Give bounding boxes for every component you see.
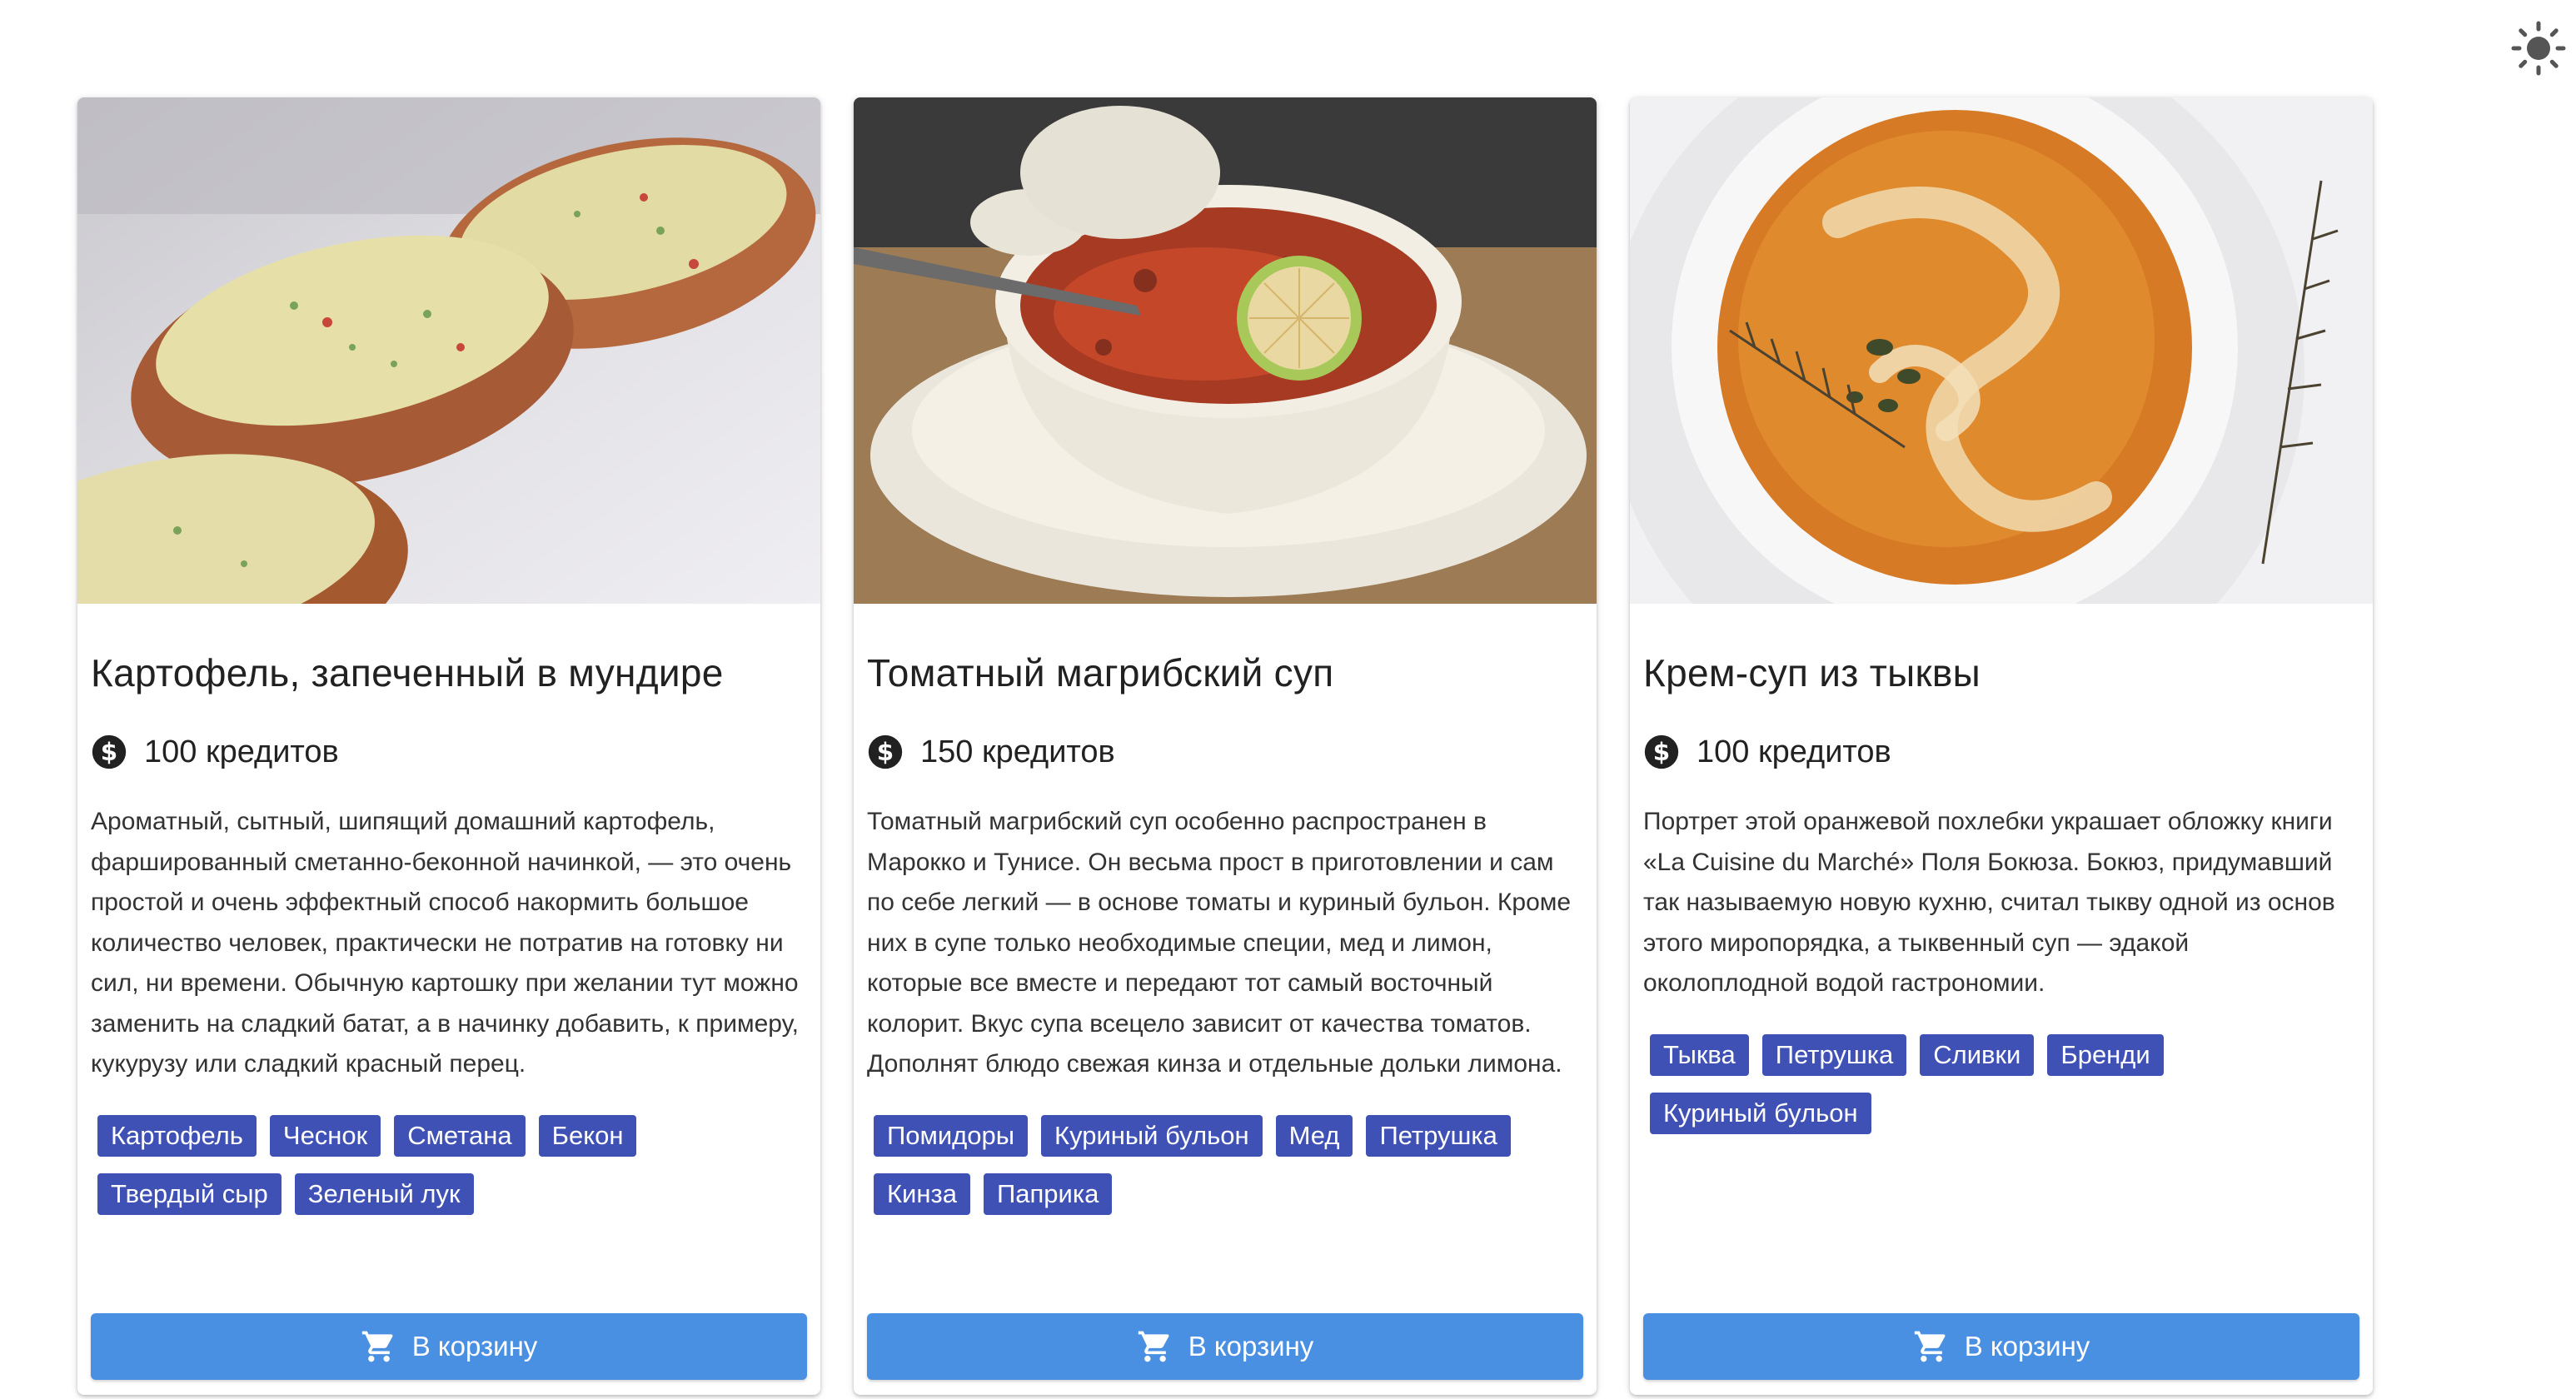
recipe-description: Портрет этой оранжевой похлебки украшает…	[1643, 808, 2335, 997]
ingredient-tag[interactable]: Бекон	[538, 1114, 637, 1157]
dollar-icon: $	[92, 734, 127, 769]
ingredient-tag[interactable]: Куриный бульон	[1041, 1114, 1263, 1157]
ingredient-tag[interactable]: Тыква	[1650, 1033, 1749, 1076]
recipe-image	[1630, 97, 2373, 604]
ingredient-tag[interactable]: Зеленый лук	[294, 1172, 474, 1215]
recipe-title: Крем-суп из тыквы	[1643, 651, 1981, 695]
recipe-card: Крем-суп из тыквы $ 100 кредитов Портрет…	[1630, 97, 2373, 1395]
recipe-title: Томатный магрибский суп	[867, 651, 1334, 695]
ingredient-tag[interactable]: Мед	[1275, 1114, 1353, 1157]
ingredient-tag[interactable]: Петрушка	[1366, 1114, 1511, 1157]
recipe-card-list: Картофель, запеченный в мундире $ 100 кр…	[77, 97, 2373, 1395]
svg-text:$: $	[877, 738, 894, 766]
cart-icon	[361, 1331, 393, 1362]
add-to-cart-button[interactable]: В корзину	[867, 1313, 1583, 1380]
recipe-description: Томатный магрибский суп особенно распрос…	[867, 808, 1572, 1078]
price: $ 100 кредитов	[1643, 719, 2359, 785]
add-to-cart-label: В корзину	[1188, 1331, 1314, 1362]
ingredient-tags: Картофель Чеснок Сметана Бекон Твердый с…	[91, 1114, 807, 1215]
dollar-icon: $	[1644, 734, 1679, 769]
add-to-cart-label: В корзину	[411, 1331, 538, 1362]
price-label: 100 кредитов	[144, 734, 339, 769]
ingredient-tag[interactable]: Кинза	[874, 1172, 970, 1215]
sun-icon	[2511, 21, 2566, 76]
price-label: 100 кредитов	[1697, 734, 1891, 769]
recipe-description: Ароматный, сытный, шипящий домашний карт…	[91, 808, 799, 1078]
ingredient-tag[interactable]: Твердый сыр	[97, 1172, 282, 1215]
svg-text:$: $	[1653, 738, 1670, 766]
add-to-cart-button[interactable]: В корзину	[1643, 1313, 2359, 1380]
dollar-icon: $	[868, 734, 903, 769]
svg-text:$: $	[101, 738, 117, 766]
ingredient-tag[interactable]: Чеснок	[269, 1114, 381, 1157]
add-to-cart-button[interactable]: В корзину	[91, 1313, 807, 1380]
ingredient-tag[interactable]: Бренди	[2047, 1033, 2164, 1076]
cart-icon	[1914, 1331, 1946, 1362]
recipe-card: Томатный магрибский суп $ 150 кредитов Т…	[854, 97, 1597, 1395]
recipe-image	[77, 97, 820, 604]
ingredient-tag[interactable]: Помидоры	[874, 1114, 1029, 1157]
price: $ 150 кредитов	[867, 719, 1583, 785]
cart-icon	[1138, 1331, 1169, 1362]
ingredient-tag[interactable]: Сметана	[394, 1114, 526, 1157]
ingredient-tag[interactable]: Паприка	[983, 1172, 1113, 1215]
ingredient-tag[interactable]: Картофель	[97, 1114, 257, 1157]
ingredient-tag[interactable]: Куриный бульон	[1650, 1092, 1871, 1134]
recipe-image	[854, 97, 1597, 604]
price-label: 150 кредитов	[920, 734, 1115, 769]
ingredient-tags: Помидоры Куриный бульон Мед Петрушка Кин…	[867, 1114, 1583, 1215]
price: $ 100 кредитов	[91, 719, 807, 785]
ingredient-tags: Тыква Петрушка Сливки Бренди Куриный бул…	[1643, 1033, 2359, 1134]
recipe-title: Картофель, запеченный в мундире	[91, 651, 724, 695]
recipe-card: Картофель, запеченный в мундире $ 100 кр…	[77, 97, 820, 1395]
theme-toggle-button[interactable]	[2507, 17, 2570, 80]
ingredient-tag[interactable]: Сливки	[1920, 1033, 2035, 1076]
add-to-cart-label: В корзину	[1964, 1331, 2090, 1362]
ingredient-tag[interactable]: Петрушка	[1761, 1033, 1907, 1076]
